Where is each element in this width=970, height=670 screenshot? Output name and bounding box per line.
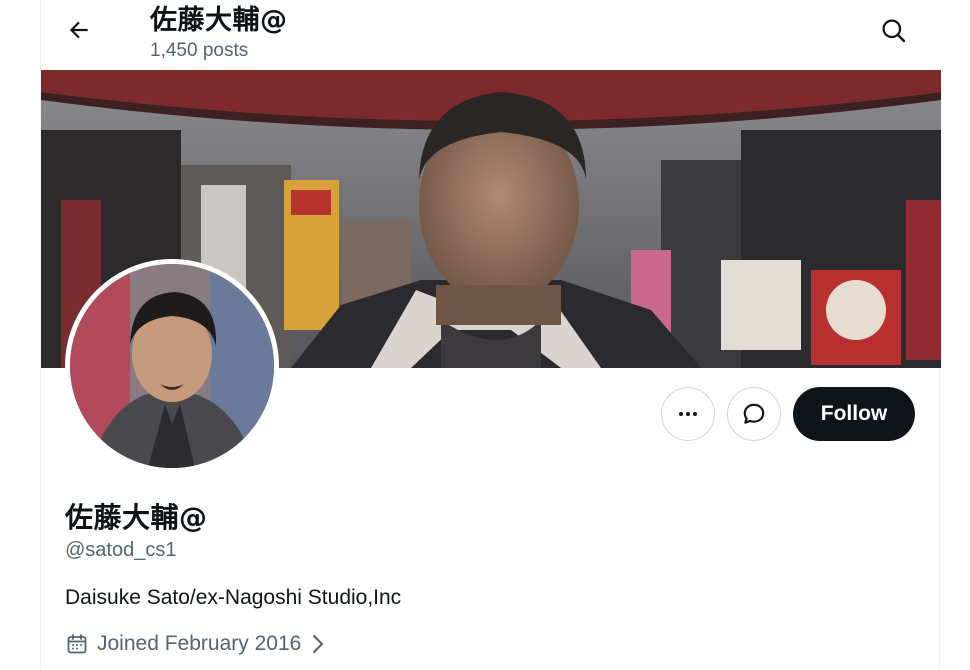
search-icon bbox=[881, 18, 905, 42]
header-title: 佐藤大輔@ bbox=[150, 5, 288, 36]
profile-column: 佐藤大輔@ 1,450 posts Follow 佐藤大輔@ @satod_cs… bbox=[40, 0, 941, 670]
profile-bio: Daisuke Sato/ex-Nagoshi Studio,Inc bbox=[65, 586, 402, 609]
profile-avatar[interactable] bbox=[65, 259, 279, 473]
arrow-left-icon bbox=[69, 21, 88, 39]
calendar-icon bbox=[67, 634, 87, 654]
search-button[interactable] bbox=[873, 10, 913, 50]
follow-button[interactable]: Follow bbox=[793, 387, 915, 441]
back-button[interactable] bbox=[59, 10, 99, 50]
joined-label: Joined February 2016 bbox=[97, 632, 302, 655]
joined-date[interactable]: Joined February 2016 bbox=[65, 632, 327, 656]
message-button[interactable] bbox=[727, 387, 781, 441]
posts-count: 1,450 posts bbox=[150, 40, 249, 61]
more-options-button[interactable] bbox=[661, 387, 715, 441]
profile-header-bar: 佐藤大輔@ 1,450 posts bbox=[41, 0, 941, 70]
more-horizontal-icon bbox=[679, 412, 697, 416]
profile-display-name: 佐藤大輔@ bbox=[65, 501, 208, 534]
chevron-right-icon bbox=[313, 635, 324, 653]
message-bubble-icon bbox=[743, 403, 765, 424]
profile-handle: @satod_cs1 bbox=[65, 539, 177, 561]
